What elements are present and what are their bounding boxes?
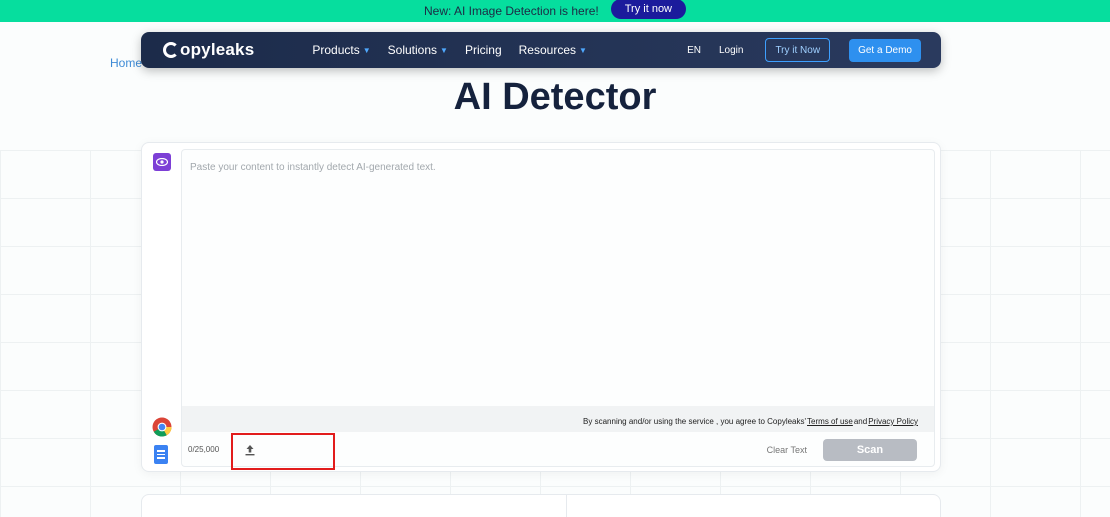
- content-input[interactable]: [182, 150, 934, 405]
- text-editor: By scanning and/or using the service , y…: [181, 149, 935, 470]
- menu-resources[interactable]: Resources ▼: [519, 43, 587, 57]
- logo-c-mark-icon: [163, 42, 179, 58]
- clear-text-button[interactable]: Clear Text: [767, 445, 807, 455]
- logo-text: opyleaks: [180, 40, 255, 59]
- menu-solutions[interactable]: Solutions ▼: [388, 43, 448, 57]
- terms-and: and: [853, 417, 868, 426]
- try-it-now-nav-button[interactable]: Try it Now: [765, 38, 831, 62]
- upload-highlight-box: [231, 433, 335, 470]
- chrome-extension-icon[interactable]: [152, 417, 172, 437]
- terms-notice: By scanning and/or using the service , y…: [182, 406, 934, 432]
- results-panel: [141, 494, 941, 517]
- page-title: AI Detector: [453, 76, 657, 118]
- language-selector[interactable]: EN: [687, 45, 701, 56]
- terms-prefix: By scanning and/or using the service , y…: [583, 417, 807, 426]
- try-it-now-button[interactable]: Try it now: [610, 0, 686, 19]
- navbar: opyleaks Products ▼ Solutions ▼ Pricing …: [141, 32, 941, 68]
- announcement-bar: New: AI Image Detection is here! Try it …: [0, 0, 1110, 22]
- nav-actions: EN Login Try it Now Get a Demo: [687, 38, 941, 62]
- copyleaks-logo[interactable]: opyleaks: [163, 40, 254, 60]
- editor-footer: 0/25,000 Clear Text Scan: [182, 432, 934, 470]
- scan-button[interactable]: Scan: [823, 438, 917, 461]
- breadcrumb-home[interactable]: Home: [110, 56, 142, 70]
- google-docs-icon[interactable]: [154, 445, 168, 464]
- privacy-policy-link[interactable]: Privacy Policy: [868, 417, 918, 426]
- character-counter: 0/25,000: [188, 445, 220, 454]
- login-link[interactable]: Login: [719, 45, 743, 56]
- detector-card: By scanning and/or using the service , y…: [141, 142, 941, 472]
- get-a-demo-button[interactable]: Get a Demo: [849, 38, 921, 62]
- eye-icon[interactable]: [153, 153, 171, 171]
- panel-divider: [566, 495, 567, 517]
- menu-products[interactable]: Products ▼: [312, 43, 370, 57]
- chevron-down-icon: ▼: [440, 45, 448, 55]
- menu-pricing-label: Pricing: [464, 43, 502, 57]
- terms-of-use-link[interactable]: Terms of use: [807, 417, 853, 426]
- menu-solutions-label: Solutions: [387, 43, 438, 57]
- menu-resources-label: Resources: [518, 43, 576, 57]
- menu-pricing[interactable]: Pricing: [465, 43, 502, 57]
- chevron-down-icon: ▼: [362, 45, 371, 55]
- announcement-text: New: AI Image Detection is here!: [423, 4, 599, 18]
- main-menu: Products ▼ Solutions ▼ Pricing Resources…: [312, 43, 587, 57]
- menu-products-label: Products: [312, 43, 360, 57]
- chevron-down-icon: ▼: [579, 45, 587, 55]
